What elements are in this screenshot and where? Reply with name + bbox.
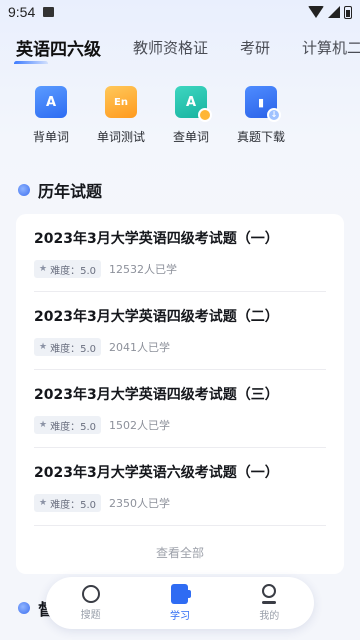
user-icon (259, 584, 279, 604)
list-item[interactable]: 2023年3月大学英语四级考试题（二） ★ 难度：5.0 2041人已学 (16, 292, 344, 370)
active-tab-indicator (14, 60, 48, 64)
difficulty-badge: ★ 难度：5.0 (34, 416, 101, 434)
battery-icon (344, 5, 352, 19)
list-item[interactable]: 2023年3月大学英语六级考试题（一） ★ 难度：5.0 2350人已学 (16, 448, 344, 526)
search-icon (81, 585, 100, 603)
feature-label: 单词测试 (96, 130, 145, 144)
learner-count: 12532人已学 (108, 263, 177, 276)
paper-title: 2023年3月大学英语六级考试题（一） (34, 465, 279, 481)
divider (34, 525, 326, 526)
section-title: 历年试题 (38, 182, 103, 201)
star-icon: ★ (39, 498, 48, 508)
difficulty-badge: ★ 难度：5.0 (34, 338, 101, 356)
past-papers-card: 2023年3月大学英语四级考试题（一） ★ 难度：5.0 12532人已学 202… (16, 214, 344, 574)
exam-category-tabs: 英语四六级 教师资格证 考研 计算机二级 (0, 30, 360, 64)
feature-word-lookup[interactable]: A 查单词 (156, 86, 226, 145)
feature-shortcuts: A 背单词 En 单词测试 A 查单词 ▮ ↓ 真题下载 (16, 86, 296, 145)
learner-count: 2350人已学 (108, 497, 170, 510)
star-icon: ★ (39, 264, 48, 274)
tab-label: 计算机二级 (302, 38, 360, 57)
feature-label: 查单词 (172, 130, 209, 144)
feature-memorize-words[interactable]: A 背单词 (16, 86, 86, 145)
paper-title: 2023年3月大学英语四级考试题（二） (34, 309, 279, 325)
learner-count: 2041人已学 (108, 341, 170, 354)
tab-computer-level-2[interactable]: 计算机二级 (286, 37, 360, 58)
nav-profile[interactable]: 我的 (239, 584, 299, 622)
tab-teacher-certificate[interactable]: 教师资格证 (117, 37, 224, 58)
nav-study[interactable]: 学习 (150, 584, 210, 622)
bottom-nav: 搜题 学习 我的 (46, 577, 314, 629)
difficulty-badge: ★ 难度：5.0 (34, 260, 101, 278)
nav-label: 我的 (259, 611, 280, 622)
book-icon (171, 584, 192, 604)
feature-download-papers[interactable]: ▮ ↓ 真题下载 (226, 86, 296, 145)
tab-postgraduate[interactable]: 考研 (224, 37, 286, 58)
nav-label: 搜题 (80, 610, 101, 621)
tab-label: 教师资格证 (133, 38, 209, 57)
paper-title: 2023年3月大学英语四级考试题（一） (34, 231, 279, 247)
list-item[interactable]: 2023年3月大学英语四级考试题（三） ★ 难度：5.0 1502人已学 (16, 370, 344, 448)
status-bar: 9:54 (0, 0, 360, 24)
tab-label: 英语四六级 (16, 39, 101, 60)
nav-label: 学习 (169, 611, 190, 622)
image-notification-icon (43, 7, 55, 17)
wifi-icon (308, 6, 324, 18)
difficulty-badge: ★ 难度：5.0 (34, 494, 101, 512)
view-all-link[interactable]: 查看全部 (16, 544, 344, 561)
section-bullet-icon (18, 602, 30, 614)
star-icon: ★ (39, 420, 48, 430)
status-time: 9:54 (8, 4, 36, 20)
feature-label: 背单词 (32, 130, 69, 144)
signal-icon (328, 6, 340, 18)
flashcard-icon: A (35, 86, 67, 118)
feature-label: 真题下载 (236, 130, 285, 144)
paper-title: 2023年3月大学英语四级考试题（三） (34, 387, 279, 403)
section-header-past-papers: 历年试题 (18, 178, 102, 202)
feature-word-test[interactable]: En 单词测试 (86, 86, 156, 145)
download-icon: ▮ ↓ (245, 86, 281, 122)
star-icon: ★ (39, 342, 48, 352)
tab-label: 考研 (240, 38, 271, 57)
word-test-icon: En (105, 86, 137, 118)
word-lookup-icon: A (175, 86, 212, 122)
learner-count: 1502人已学 (108, 419, 170, 432)
section-bullet-icon (18, 184, 30, 196)
tab-cet[interactable]: 英语四六级 (0, 35, 117, 64)
nav-search[interactable]: 搜题 (61, 585, 121, 621)
list-item[interactable]: 2023年3月大学英语四级考试题（一） ★ 难度：5.0 12532人已学 (16, 214, 344, 292)
